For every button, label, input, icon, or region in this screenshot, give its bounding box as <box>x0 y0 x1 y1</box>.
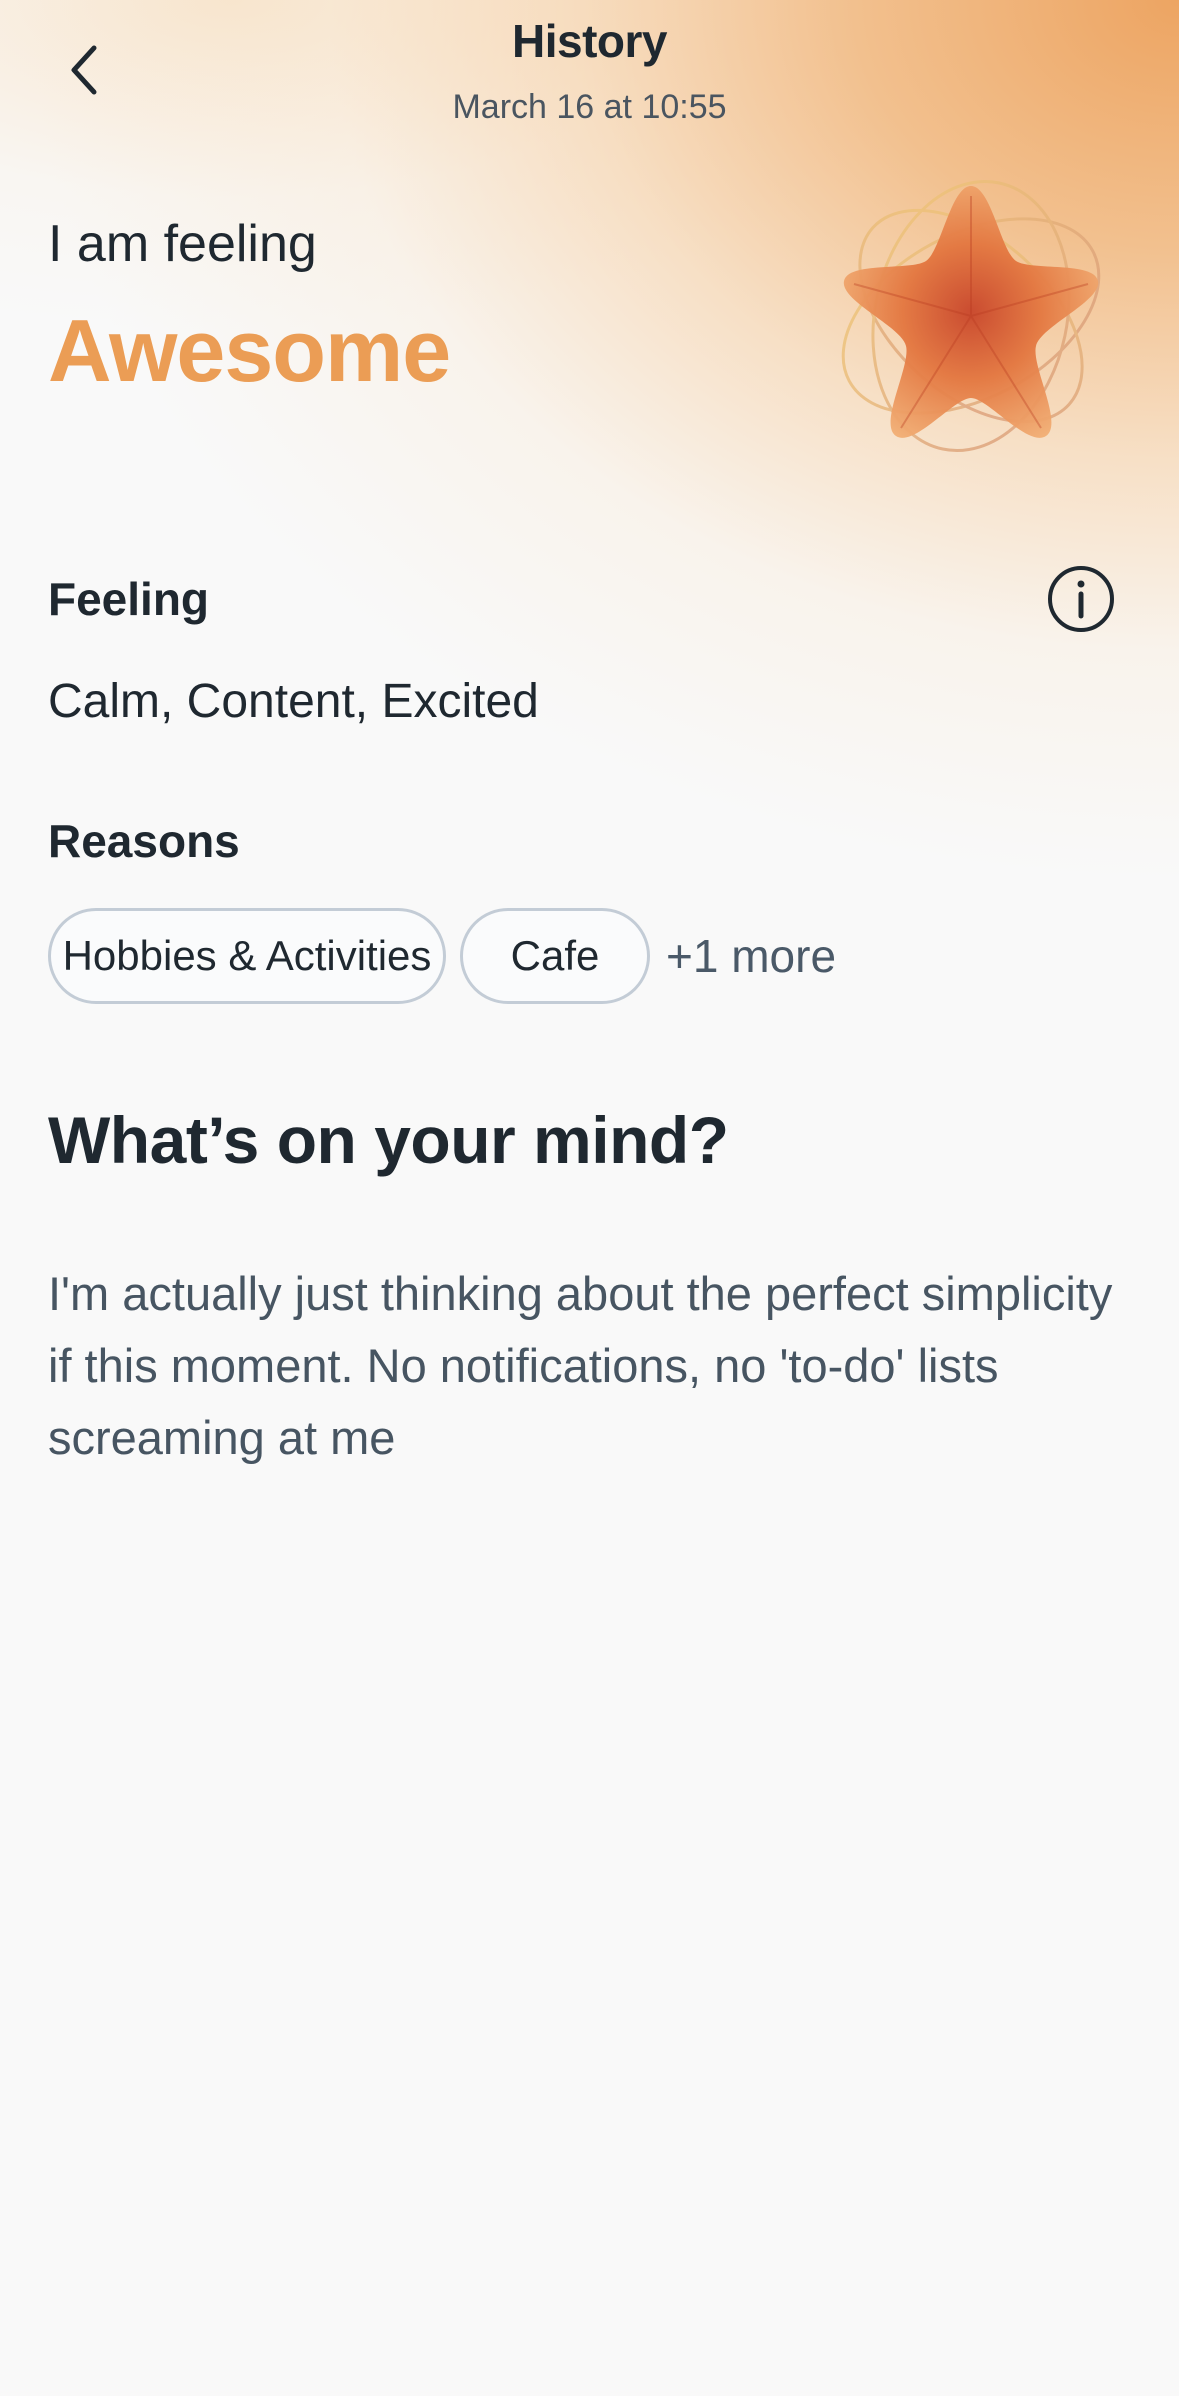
reasons-heading: Reasons <box>48 815 240 867</box>
entry-timestamp: March 16 at 10:55 <box>452 88 727 126</box>
info-icon <box>1048 566 1114 632</box>
star-flower-icon <box>841 179 1101 453</box>
reason-chips: Hobbies & Activities Cafe +1 more <box>48 908 836 1004</box>
reason-chip-hobbies[interactable]: Hobbies & Activities <box>48 908 446 1004</box>
more-reasons-link[interactable]: +1 more <box>666 929 836 983</box>
info-button[interactable] <box>1046 564 1116 634</box>
page-title: History <box>512 15 667 67</box>
feeling-values: Calm, Content, Excited <box>48 675 539 728</box>
reason-chip-cafe[interactable]: Cafe <box>460 908 650 1004</box>
header: History March 16 at 10:55 <box>0 0 1179 150</box>
mood-value: Awesome <box>48 301 451 400</box>
mind-heading: What’s on your mind? <box>48 1103 729 1177</box>
feeling-heading: Feeling <box>48 573 210 625</box>
mind-note-text: I'm actually just thinking about the per… <box>48 1267 1113 1464</box>
mood-prefix: I am feeling <box>48 215 317 273</box>
